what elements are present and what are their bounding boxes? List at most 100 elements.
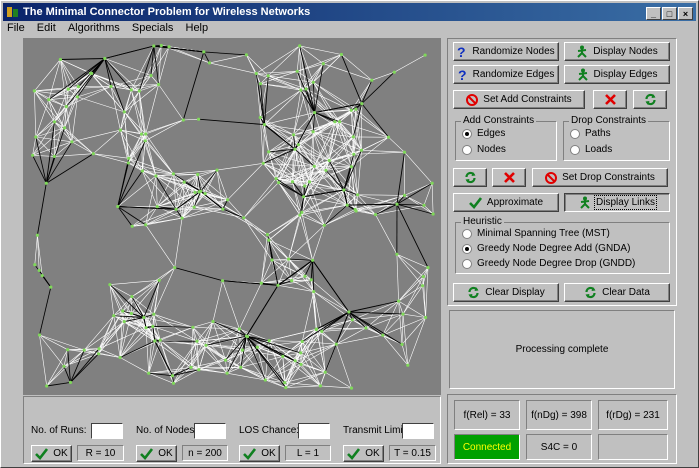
svg-text:?: ?	[458, 68, 467, 81]
stick-figure-icon	[577, 45, 587, 58]
radio-heuristic-gndd[interactable]: Greedy Node Degree Drop (GNDD)	[462, 258, 635, 269]
node	[255, 345, 259, 349]
menu-help[interactable]: Help	[186, 22, 209, 34]
node	[127, 156, 131, 160]
edge	[278, 182, 303, 213]
node	[239, 365, 243, 369]
set-drop-constraints-button[interactable]: Set Drop Constraints	[532, 168, 668, 187]
cancel-drop-constraints-button[interactable]	[492, 168, 526, 187]
edge	[158, 84, 184, 121]
node	[182, 180, 186, 184]
node	[180, 216, 184, 220]
edge	[174, 218, 183, 268]
node	[40, 274, 44, 278]
node	[267, 238, 271, 242]
node	[311, 258, 315, 262]
refresh-drop-constraints-button[interactable]	[453, 168, 487, 187]
maximize-button[interactable]: □	[662, 7, 677, 20]
transmit-limit-input[interactable]	[402, 423, 434, 439]
node	[129, 88, 133, 92]
set-add-constraints-button[interactable]: Set Add Constraints	[453, 90, 585, 109]
radio-dot	[462, 228, 472, 239]
node	[52, 120, 57, 124]
node	[144, 132, 148, 136]
node	[287, 257, 291, 261]
minimize-button[interactable]: _	[646, 7, 661, 20]
node	[174, 207, 178, 211]
edge	[145, 224, 175, 268]
menu-specials[interactable]: Specials	[132, 22, 174, 34]
clear-display-button[interactable]: Clear Display	[453, 283, 559, 302]
menu-algorithms[interactable]: Algorithms	[68, 22, 120, 34]
node	[258, 82, 263, 86]
display-edges-button[interactable]: Display Edges	[564, 65, 670, 84]
radio-heuristic-mst[interactable]: Minimal Spanning Tree (MST)	[462, 228, 610, 239]
clear-data-button[interactable]: Clear Data	[564, 283, 670, 302]
node	[303, 184, 307, 188]
node	[296, 143, 300, 147]
node	[151, 324, 155, 329]
randomize-edges-button[interactable]: ? Randomize Edges	[453, 65, 559, 84]
edge	[325, 371, 352, 389]
refresh-add-constraints-button[interactable]	[633, 90, 667, 109]
edge	[212, 280, 223, 322]
link	[174, 267, 223, 282]
green-check-icon	[243, 447, 257, 460]
node	[221, 279, 225, 283]
node	[195, 339, 199, 343]
node	[196, 172, 200, 177]
link	[396, 182, 433, 205]
edge	[382, 335, 409, 366]
node	[284, 386, 288, 390]
edge	[48, 99, 55, 122]
menu-edit[interactable]: Edit	[37, 22, 56, 34]
cancel-add-constraints-button[interactable]	[593, 90, 627, 109]
radio-heuristic-gnda[interactable]: Greedy Node Degree Add (GNDA)	[462, 243, 630, 254]
f-rdg-value: f(rDg) = 231	[598, 400, 668, 430]
radio-add-edges[interactable]: Edges	[462, 128, 505, 139]
los-ok-button[interactable]: OK	[239, 445, 280, 462]
radio-drop-loads[interactable]: Loads	[570, 144, 612, 155]
display-links-button[interactable]: Display Links	[564, 193, 670, 212]
menu-file[interactable]: File	[7, 22, 25, 34]
node	[426, 266, 430, 270]
node	[295, 69, 299, 73]
node	[75, 95, 80, 99]
control-panel: ? Randomize Nodes Display Nodes ? Random…	[447, 38, 677, 306]
node	[312, 164, 316, 168]
edge	[398, 285, 423, 302]
randomize-nodes-button[interactable]: ? Randomize Nodes	[453, 42, 559, 61]
node	[143, 139, 147, 143]
node	[281, 354, 285, 358]
nodes-ok-button[interactable]: OK	[136, 445, 177, 462]
nodes-input[interactable]	[194, 423, 226, 439]
empty-result-cell	[598, 434, 668, 460]
drop-constraints-group: Drop Constraints Paths Loads	[563, 115, 670, 161]
close-button[interactable]: ×	[678, 7, 693, 20]
node	[89, 71, 93, 75]
edge	[32, 155, 55, 157]
node	[345, 203, 349, 207]
link	[70, 349, 85, 383]
edge	[375, 214, 398, 255]
transmit-limit-ok-button[interactable]: OK	[343, 445, 384, 462]
edge	[77, 96, 125, 113]
radio-drop-paths[interactable]: Paths	[570, 128, 611, 139]
display-nodes-button[interactable]: Display Nodes	[564, 42, 670, 61]
node	[207, 61, 212, 65]
edge	[321, 331, 337, 345]
green-check-icon	[35, 447, 49, 460]
network-graph-canvas[interactable]	[23, 38, 441, 395]
link	[70, 348, 100, 383]
node	[130, 295, 134, 299]
runs-ok-button[interactable]: OK	[31, 445, 72, 462]
edge	[93, 153, 129, 164]
radio-add-nodes[interactable]: Nodes	[462, 144, 506, 155]
node	[312, 290, 316, 294]
app-window: The Minimal Connector Problem for Wirele…	[0, 0, 699, 468]
approximate-button[interactable]: Approximate	[453, 193, 559, 212]
link	[104, 45, 154, 59]
runs-input[interactable]	[91, 423, 123, 439]
los-input[interactable]	[298, 423, 330, 439]
node	[144, 223, 148, 227]
